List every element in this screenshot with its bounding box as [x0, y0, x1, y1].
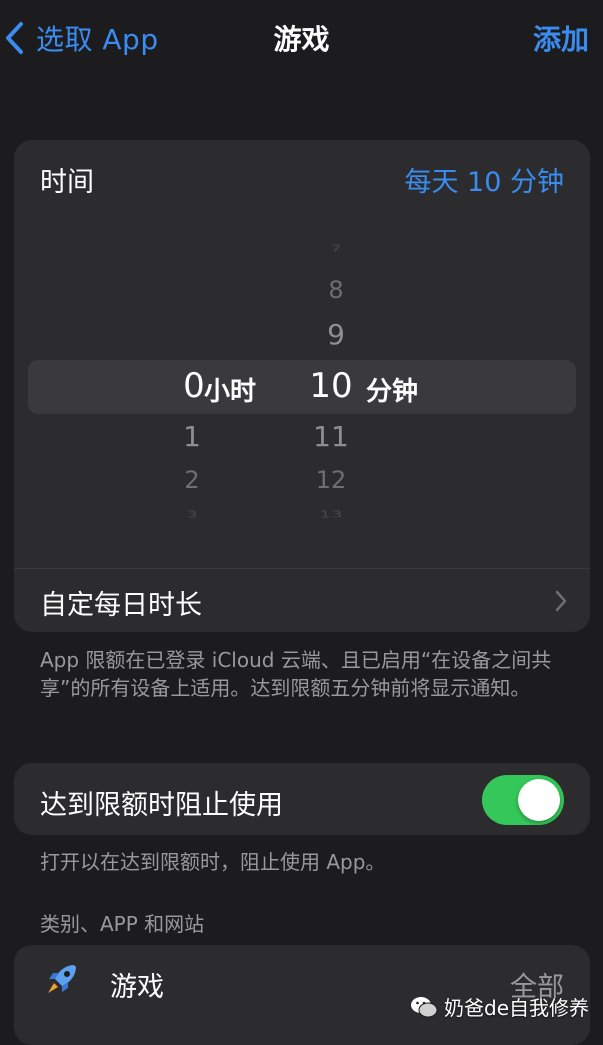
time-picker[interactable]: 0 1 2 3 小时 7 8 9 10 11 12 13 分钟	[14, 220, 590, 540]
minutes-unit: 分钟	[366, 377, 419, 407]
minutes-option: 12	[315, 466, 347, 494]
watermark: 奶爸de自我修养	[410, 992, 589, 1021]
minutes-option: 11	[313, 420, 349, 453]
minutes-option: 9	[327, 318, 345, 351]
add-button[interactable]: 添加	[533, 18, 589, 58]
games-label: 游戏	[110, 972, 164, 1003]
section-header-categories: 类别、APP 和网站	[40, 912, 205, 936]
custom-daily-duration-row[interactable]: 自定每日时长	[14, 568, 590, 632]
block-at-limit-card: 达到限额时阻止使用	[14, 763, 590, 835]
toggle-knob	[518, 779, 560, 821]
block-at-limit-toggle[interactable]	[482, 775, 564, 825]
wechat-icon	[411, 996, 438, 1017]
minutes-selected-value: 10	[309, 366, 353, 406]
chevron-left-icon	[6, 22, 23, 54]
navigation-bar: 选取 App 游戏 添加	[0, 0, 603, 80]
minutes-option: 7	[330, 242, 342, 255]
hours-option: 1	[183, 420, 201, 453]
rocket-icon	[48, 965, 76, 993]
hours-unit: 小时	[204, 377, 257, 407]
hours-option: 2	[184, 466, 200, 494]
hours-option: 3	[186, 508, 198, 521]
chevron-right-icon	[555, 590, 567, 612]
watermark-text: 奶爸de自我修养	[444, 996, 589, 1020]
back-button-label: 选取 App	[36, 23, 159, 56]
time-label: 时间	[40, 167, 94, 198]
block-at-limit-label: 达到限额时阻止使用	[40, 790, 283, 821]
time-row[interactable]: 时间 每天 10 分钟	[14, 140, 590, 218]
custom-daily-duration-label: 自定每日时长	[40, 590, 202, 621]
minutes-option: 8	[328, 276, 344, 304]
minutes-option: 13	[319, 508, 343, 521]
time-limit-card: 时间 每天 10 分钟 0 1 2 3 小时 7 8 9 10 11 12 13…	[14, 140, 590, 632]
limit-footnote: App 限额在已登录 iCloud 云端、且已启用“在设备之间共享”的所有设备上…	[40, 648, 552, 700]
block-footnote: 打开以在达到限额时，阻止使用 App。	[40, 850, 386, 874]
time-value: 每天 10 分钟	[404, 167, 564, 198]
back-button[interactable]: 选取 App	[0, 16, 159, 60]
